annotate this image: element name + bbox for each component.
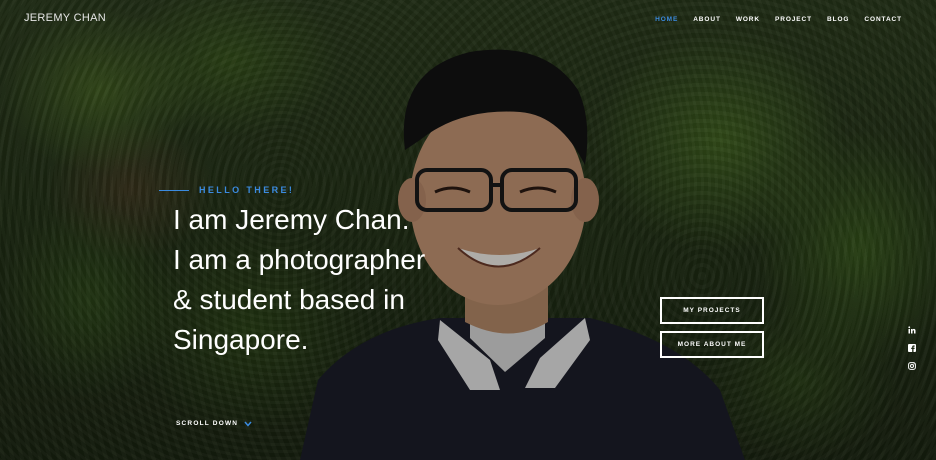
nav-item-blog[interactable]: BLOG [827, 16, 849, 23]
brand-logo[interactable]: JEREMY CHAN [24, 12, 106, 24]
nav-item-contact[interactable]: CONTACT [864, 16, 902, 23]
nav-item-project[interactable]: PROJECT [775, 16, 812, 23]
instagram-icon[interactable] [906, 360, 918, 372]
eyebrow-line [159, 189, 189, 191]
headline-line: Singapore. [173, 324, 309, 355]
nav-item-work[interactable]: WORK [736, 16, 760, 23]
eyebrow-text: HELLO THERE! [199, 185, 295, 195]
headline-line: & student based in [173, 284, 405, 315]
main-nav: HOME ABOUT WORK PROJECT BLOG CONTACT [640, 16, 902, 23]
my-projects-button[interactable]: MY PROJECTS [660, 297, 764, 324]
chevron-down-icon [244, 421, 252, 427]
social-links [906, 324, 918, 378]
nav-item-home[interactable]: HOME [655, 16, 678, 23]
nav-item-about[interactable]: ABOUT [693, 16, 721, 23]
hero-headline: I am Jeremy Chan. I am a photographer & … [173, 200, 503, 360]
linkedin-icon[interactable] [906, 324, 918, 336]
headline-line: I am Jeremy Chan. [173, 204, 410, 235]
hero-eyebrow: HELLO THERE! [159, 185, 294, 195]
headline-line: I am a photographer [173, 244, 426, 275]
scroll-down-link[interactable]: SCROLL DOWN [176, 420, 252, 427]
facebook-icon[interactable] [906, 342, 918, 354]
more-about-me-button[interactable]: MORE ABOUT ME [660, 331, 764, 358]
scroll-down-label: SCROLL DOWN [176, 420, 239, 427]
